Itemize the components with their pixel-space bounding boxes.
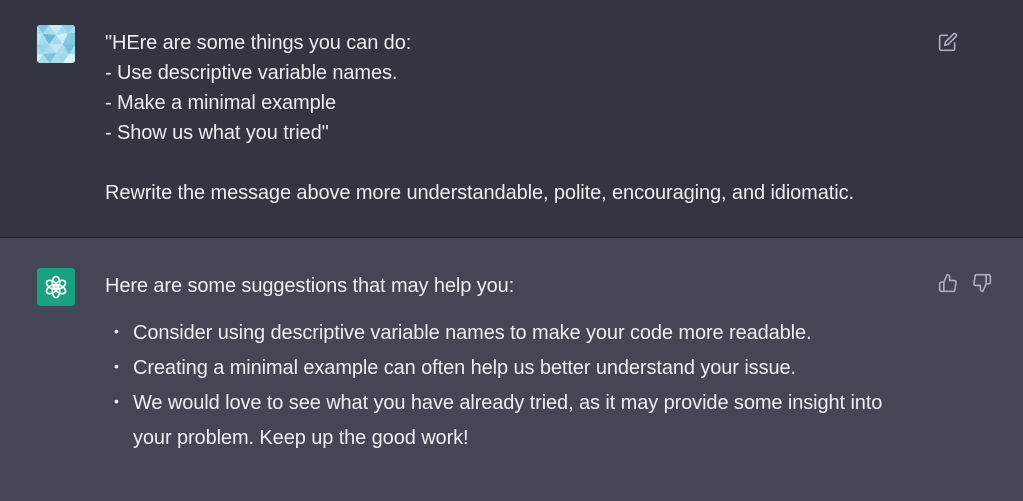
assistant-message-text: Here are some suggestions that may help … <box>105 271 925 456</box>
bullet-icon: • <box>114 393 119 409</box>
bullet-icon: • <box>114 323 119 339</box>
list-item: • Consider using descriptive variable na… <box>105 316 925 351</box>
openai-logo-icon <box>45 275 67 299</box>
user-message-text: "HEre are some things you can do: - Use … <box>105 28 905 208</box>
bullet-icon: • <box>114 358 119 374</box>
user-message-turn: "HEre are some things you can do: - Use … <box>0 0 1023 238</box>
user-avatar <box>37 25 75 63</box>
thumbs-down-icon <box>973 273 992 293</box>
user-message-blank-line <box>105 148 905 178</box>
assistant-intro-text: Here are some suggestions that may help … <box>105 275 515 297</box>
list-item-text: Consider using descriptive variable name… <box>133 322 812 344</box>
list-item-text: We would love to see what you have alrea… <box>133 392 883 449</box>
suggestion-list: • Consider using descriptive variable na… <box>105 316 925 456</box>
user-message-line: - Use descriptive variable names. <box>105 62 398 84</box>
user-message-line: "HEre are some things you can do: <box>105 32 412 54</box>
thumbs-up-icon <box>938 273 957 293</box>
user-message-line: - Show us what you tried" <box>105 122 329 144</box>
user-avatar-pattern-icon <box>37 25 75 63</box>
list-item: • We would love to see what you have alr… <box>105 386 925 456</box>
user-message-line: Rewrite the message above more understan… <box>105 182 854 204</box>
assistant-avatar <box>37 268 75 306</box>
edit-message-button[interactable] <box>936 30 960 54</box>
list-item: • Creating a minimal example can often h… <box>105 351 925 386</box>
assistant-message-turn: Here are some suggestions that may help … <box>0 238 1023 501</box>
edit-icon <box>938 32 958 52</box>
thumbs-down-button[interactable] <box>970 271 994 295</box>
list-item-text: Creating a minimal example can often hel… <box>133 357 796 379</box>
user-message-line: - Make a minimal example <box>105 92 337 114</box>
thumbs-up-button[interactable] <box>936 271 960 295</box>
